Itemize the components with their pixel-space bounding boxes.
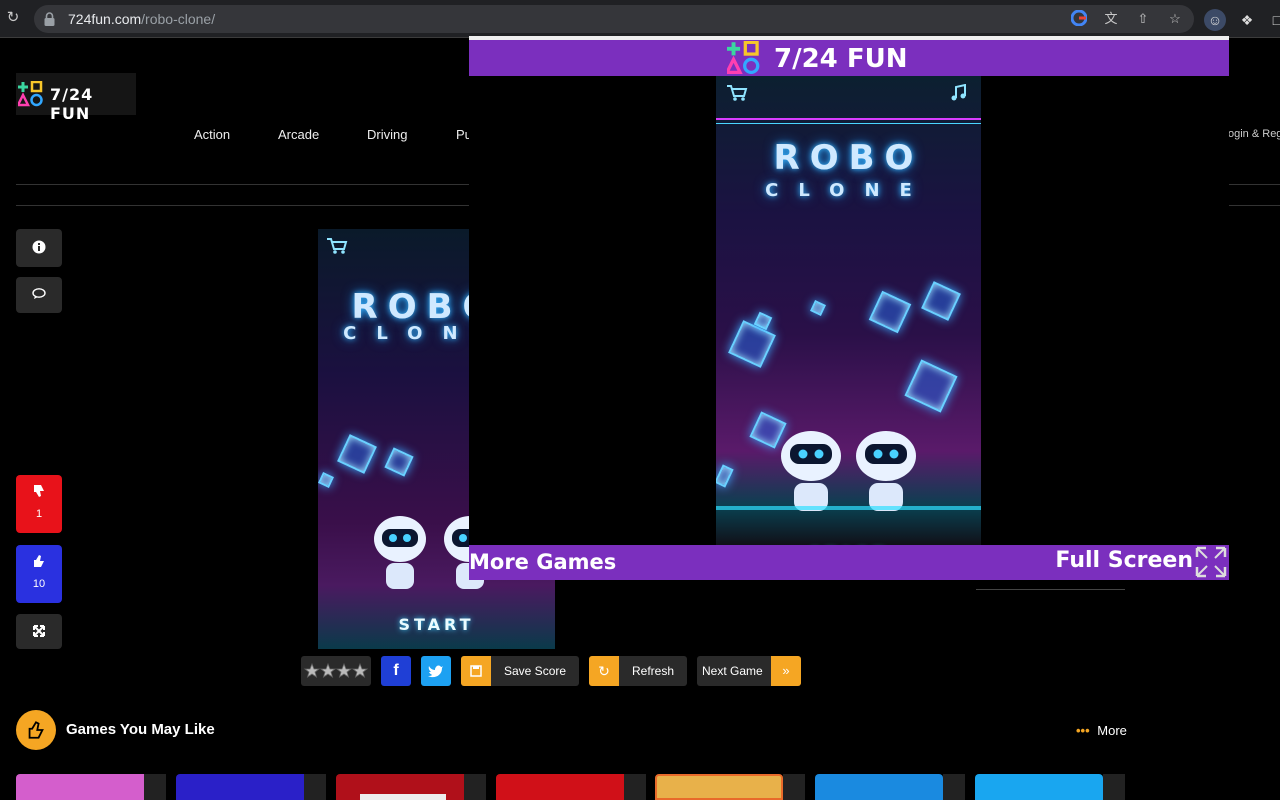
game-title-line1: ROBO — [773, 138, 924, 178]
thumbs-down-icon — [34, 485, 44, 497]
game-thumbnail[interactable] — [815, 774, 943, 800]
popup-window: 7/24 FUN ROBO CLONE START More Games Ful… — [469, 36, 1229, 580]
facebook-icon: f — [393, 662, 399, 679]
cube-shape — [868, 290, 912, 334]
game-title-line2: CLONE — [765, 180, 932, 201]
comment-icon — [32, 288, 46, 299]
shop-cart-icon — [327, 238, 348, 254]
popup-game-canvas[interactable]: ROBO CLONE START — [716, 76, 981, 545]
refresh-label: Refresh — [632, 664, 675, 678]
translate-icon[interactable]: 文 — [1102, 10, 1120, 28]
cube-shape — [337, 434, 377, 474]
full-screen-link[interactable]: Full Screen — [1055, 548, 1193, 573]
thumbs-up-badge — [16, 710, 56, 750]
cube-shape — [716, 464, 734, 488]
comments-button[interactable] — [16, 277, 62, 313]
title-frame-line — [716, 118, 981, 124]
fullscreen-arrows-icon[interactable] — [1195, 546, 1227, 578]
thumbnail-shadow — [943, 774, 965, 800]
shop-cart-icon[interactable] — [726, 84, 748, 102]
extension-avatar-icon[interactable]: ☺ — [1204, 9, 1226, 31]
address-bar[interactable]: 724fun.com/robo-clone/ 文 ⇧ ☆ — [34, 5, 1194, 33]
url-text: 724fun.com/robo-clone/ — [68, 11, 216, 27]
more-label: More — [1097, 723, 1127, 738]
expand-arrows-icon — [33, 625, 45, 637]
thumbs-up-icon — [34, 555, 44, 567]
dislike-button[interactable]: 1 — [16, 475, 62, 533]
logo-shapes-icon — [727, 41, 760, 75]
puzzle-extensions-icon[interactable]: ❖ — [1236, 9, 1258, 31]
save-icon — [461, 656, 491, 686]
thumbnail-shadow — [304, 774, 326, 800]
dislike-count: 1 — [35, 508, 43, 520]
thumbnail-shadow — [464, 774, 486, 800]
game-thumbnail[interactable] — [975, 774, 1103, 800]
section-title: Games You May Like — [66, 721, 215, 738]
cube-shape — [904, 359, 958, 413]
more-link[interactable]: ••• More — [1076, 723, 1127, 738]
lock-icon — [44, 12, 55, 26]
twitter-bird-icon — [428, 665, 443, 678]
cube-shape — [921, 281, 961, 321]
logo-shapes-icon — [18, 81, 43, 107]
share-icon[interactable]: ⇧ — [1134, 10, 1152, 28]
like-count: 10 — [32, 578, 46, 590]
music-note-icon[interactable] — [950, 84, 968, 102]
reload-icon[interactable]: ↻ — [4, 9, 22, 27]
like-button[interactable]: 10 — [16, 545, 62, 603]
site-logo[interactable]: 7/24 FUN — [16, 73, 136, 123]
save-score-label: Save Score — [504, 664, 567, 678]
popup-footer: More Games Full Screen — [469, 545, 1229, 580]
logo-text: 7/24 FUN — [50, 85, 94, 123]
thumbnail-shadow — [144, 774, 166, 800]
thumbs-up-icon — [28, 721, 44, 739]
nav-arcade[interactable]: Arcade — [278, 127, 319, 142]
save-score-button[interactable]: Save Score — [461, 656, 579, 686]
login-register-link[interactable]: ogin & Reg — [1228, 128, 1280, 140]
cube-shape — [318, 472, 334, 488]
next-game-label: Next Game — [702, 664, 763, 678]
robots-illustration — [781, 431, 916, 511]
bookmark-star-icon[interactable]: ☆ — [1166, 10, 1184, 28]
floor-glow — [716, 506, 981, 510]
thumbnail-shadow — [783, 774, 805, 800]
game-thumbnail[interactable] — [655, 774, 783, 800]
sidebar-icon[interactable]: □ — [1266, 9, 1280, 31]
more-games-link[interactable]: More Games — [469, 550, 616, 574]
cube-shape — [810, 300, 826, 316]
double-chevron-right-icon: » — [771, 656, 801, 686]
refresh-button[interactable]: ↻ Refresh — [589, 656, 687, 686]
thumbnail-shadow — [1103, 774, 1125, 800]
nav-driving[interactable]: Driving — [367, 127, 407, 142]
expand-button[interactable] — [16, 614, 62, 649]
nav-action[interactable]: Action — [194, 127, 230, 142]
cube-shape — [384, 447, 414, 477]
browser-toolbar: ↻ 724fun.com/robo-clone/ 文 ⇧ ☆ ☺ ❖ □ — [0, 0, 1280, 38]
star-rating-icon — [303, 662, 369, 678]
info-button[interactable] — [16, 229, 62, 267]
facebook-share-button[interactable]: f — [381, 656, 411, 686]
cube-shape — [728, 320, 776, 368]
popup-title: 7/24 FUN — [774, 44, 908, 74]
thumbnail-shadow — [624, 774, 646, 800]
dots-icon: ••• — [1076, 723, 1090, 738]
info-icon — [32, 240, 46, 254]
popup-header: 7/24 FUN — [469, 36, 1229, 76]
start-label[interactable]: START — [318, 615, 555, 634]
side-panel-remnant — [976, 580, 1125, 590]
rating-stars[interactable] — [301, 656, 371, 686]
refresh-icon: ↻ — [589, 656, 619, 686]
google-icon[interactable] — [1070, 9, 1088, 28]
next-game-button[interactable]: Next Game » — [697, 656, 801, 686]
twitter-share-button[interactable] — [421, 656, 451, 686]
